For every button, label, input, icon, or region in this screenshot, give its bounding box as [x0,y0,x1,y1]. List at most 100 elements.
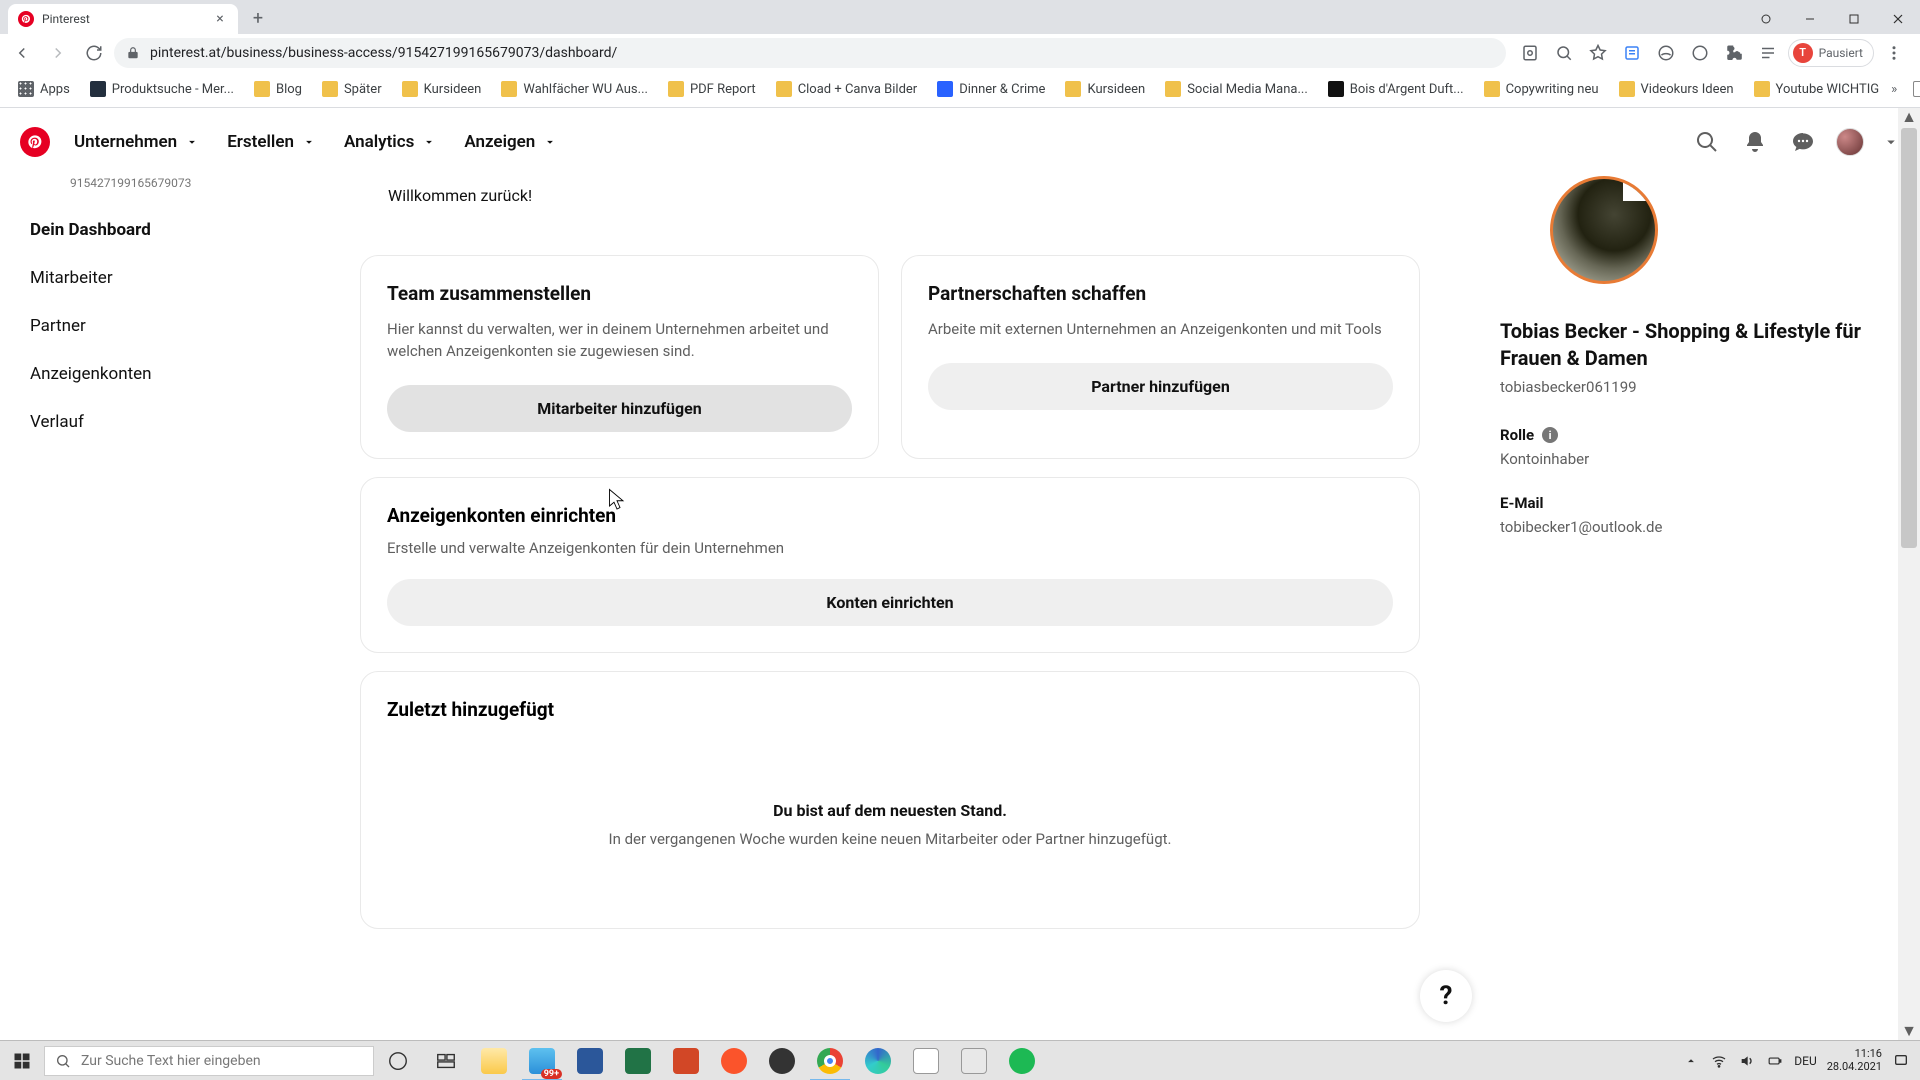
extension2-icon[interactable] [1686,39,1714,67]
edge-icon[interactable] [854,1041,902,1080]
obs-icon[interactable] [758,1041,806,1080]
reading-list-button[interactable]: Leseliste [1905,75,1920,103]
bookmark-apps[interactable]: Apps [10,75,78,103]
bookmark-item[interactable]: Dinner & Crime [929,75,1053,103]
notifications-icon[interactable] [1740,127,1770,157]
nav-back-icon[interactable] [6,37,38,69]
bookmark-item[interactable]: Wahlfächer WU Aus... [493,75,656,103]
card-desc: Hier kannst du verwalten, wer in deinem … [387,319,852,363]
bookmark-item[interactable]: Bois d'Argent Duft... [1320,75,1472,103]
zoom-icon[interactable] [1550,39,1578,67]
address-bar-row: pinterest.at/business/business-access/91… [0,34,1920,72]
role-value: Kontoinhaber [1500,450,1900,468]
menu-anzeigen[interactable]: Anzeigen [464,132,557,152]
address-bar[interactable]: pinterest.at/business/business-access/91… [114,38,1506,68]
add-employees-button[interactable]: Mitarbeiter hinzufügen [387,385,852,432]
pinterest-logo-icon[interactable] [20,127,50,157]
sidebar-item-partner[interactable]: Partner [30,316,300,336]
bookmark-item[interactable]: Youtube WICHTIG [1746,75,1888,103]
profile-status: Pausiert [1819,46,1863,60]
bookmark-item[interactable]: Videokurs Ideen [1611,75,1742,103]
bookmark-item[interactable]: Cload + Canva Bilder [768,75,926,103]
sidebar-item-verlauf[interactable]: Verlauf [30,412,300,432]
chrome-menu-icon[interactable] [1880,39,1908,67]
brave-icon[interactable] [710,1041,758,1080]
scroll-up-icon[interactable]: ▲ [1898,108,1920,126]
messages-icon[interactable] [1788,127,1818,157]
chevron-down-icon [185,135,199,149]
taskbar-search[interactable]: Zur Suche Text hier eingeben [44,1046,374,1076]
start-button[interactable] [0,1041,44,1080]
sidebar-item-dashboard[interactable]: Dein Dashboard [30,220,300,240]
bookmark-star-icon[interactable] [1584,39,1612,67]
nav-reload-icon[interactable] [78,37,110,69]
spotify-icon[interactable] [998,1041,1046,1080]
language-indicator[interactable]: DEU [1794,1054,1816,1068]
chrome-icon[interactable] [806,1041,854,1080]
welcome-text: Willkommen zurück! [388,186,1420,205]
new-tab-button[interactable]: + [244,5,272,33]
help-fab[interactable]: ? [1420,970,1472,1022]
task-view-icon[interactable] [374,1041,422,1080]
clock[interactable]: 11:16 28.04.2021 [1827,1048,1882,1072]
calculator-icon[interactable] [950,1041,998,1080]
tray-overflow-icon[interactable] [1682,1052,1700,1070]
folder-icon [1328,81,1344,97]
card-partner: Partnerschaften schaffen Arbeite mit ext… [901,255,1420,459]
notepad-icon[interactable] [902,1041,950,1080]
add-partner-button[interactable]: Partner hinzufügen [928,363,1393,410]
browser-tab[interactable]: Pinterest × [8,4,238,34]
bookmark-item[interactable]: Produktsuche - Mer... [82,75,242,103]
window-minimize-icon[interactable] [1788,4,1832,34]
account-dot-icon[interactable] [1744,4,1788,34]
tab-strip: Pinterest × + [0,0,1920,34]
bookmark-item[interactable]: PDF Report [660,75,764,103]
window-close-icon[interactable] [1876,4,1920,34]
menu-analytics[interactable]: Analytics [344,132,436,152]
bookmark-item[interactable]: Kursideen [1057,75,1153,103]
file-explorer-icon[interactable] [470,1041,518,1080]
folder-icon [1754,81,1770,97]
menu-unternehmen[interactable]: Unternehmen [74,132,199,152]
bookmark-item[interactable]: Später [314,75,390,103]
store-icon[interactable]: 99+ [518,1041,566,1080]
notifications-tray-icon[interactable] [1892,1052,1910,1070]
folder-icon [1619,81,1635,97]
reading-list-icon[interactable] [1754,39,1782,67]
extensions-puzzle-icon[interactable] [1720,39,1748,67]
info-icon[interactable]: i [1542,427,1558,443]
excel-icon[interactable] [614,1041,662,1080]
page-scrollbar[interactable]: ▲ ▼ [1898,108,1920,1040]
empty-state: Du bist auf dem neuesten Stand. In der v… [387,721,1393,888]
window-maximize-icon[interactable] [1832,4,1876,34]
url-text: pinterest.at/business/business-access/91… [150,45,617,61]
install-pwa-icon[interactable] [1516,39,1544,67]
header-right [1692,127,1900,157]
bookmark-item[interactable]: Kursideen [394,75,490,103]
word-icon[interactable] [566,1041,614,1080]
wifi-icon[interactable] [1710,1052,1728,1070]
profile-avatar-large [1550,176,1658,284]
battery-icon[interactable] [1766,1052,1784,1070]
sidebar-item-mitarbeiter[interactable]: Mitarbeiter [30,268,300,288]
header-avatar[interactable] [1836,128,1864,156]
sidebar-item-anzeigenkonten[interactable]: Anzeigenkonten [30,364,300,384]
nav-forward-icon[interactable] [42,37,74,69]
bookmark-item[interactable]: Social Media Mana... [1157,75,1316,103]
scroll-thumb[interactable] [1901,128,1917,548]
reader-icon[interactable] [1618,39,1646,67]
profile-chip[interactable]: T Pausiert [1788,39,1874,67]
tab-close-icon[interactable]: × [212,11,228,27]
cortana-icon[interactable] [422,1041,470,1080]
setup-accounts-button[interactable]: Konten einrichten [387,579,1393,626]
search-icon[interactable] [1692,127,1722,157]
bookmark-item[interactable]: Blog [246,75,310,103]
bookmark-item[interactable]: Copywriting neu [1476,75,1607,103]
scroll-down-icon[interactable]: ▼ [1898,1022,1920,1040]
menu-erstellen[interactable]: Erstellen [227,132,316,152]
bookmarks-overflow-icon[interactable]: » [1891,82,1897,97]
powerpoint-icon[interactable] [662,1041,710,1080]
sidebar: 915427199165679073 Dein Dashboard Mitarb… [0,176,300,1040]
volume-icon[interactable] [1738,1052,1756,1070]
extension1-icon[interactable] [1652,39,1680,67]
